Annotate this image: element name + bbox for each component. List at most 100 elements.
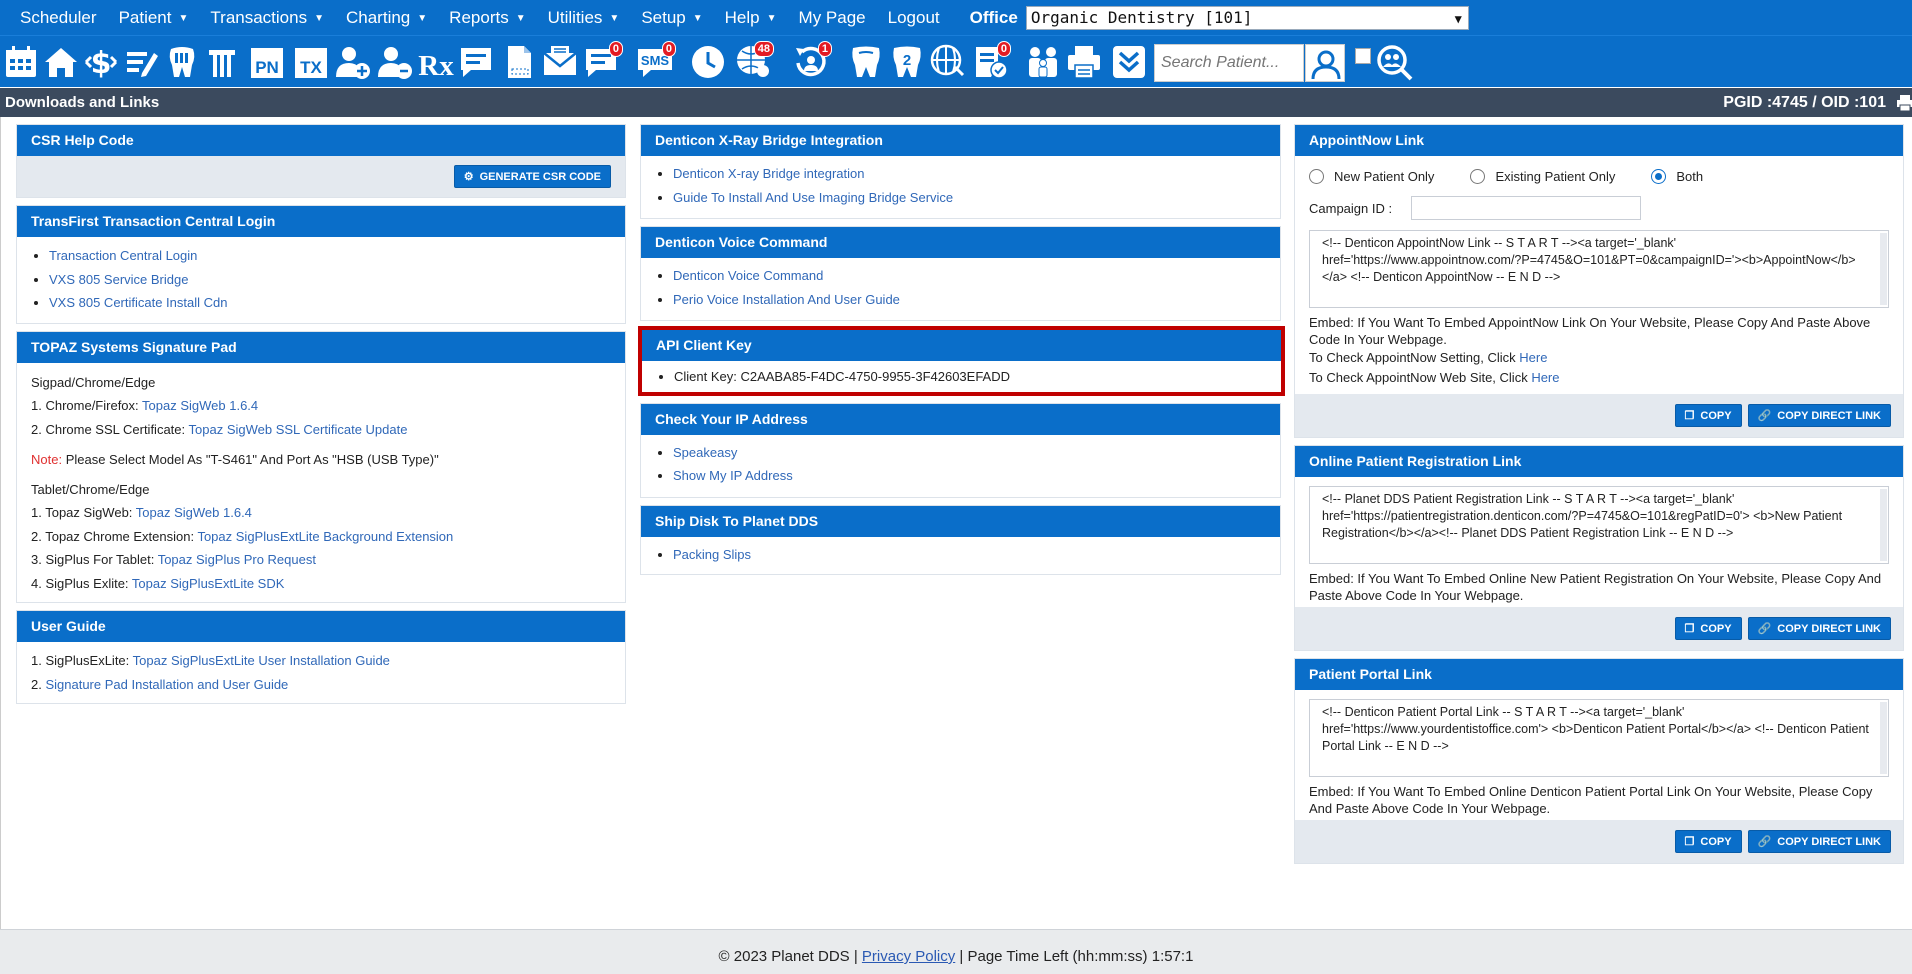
caret-down-icon: ▼: [609, 13, 620, 24]
appointnow-website-here-link[interactable]: Here: [1531, 370, 1559, 385]
sms-icon[interactable]: SMS 0: [636, 41, 676, 81]
printer-icon[interactable]: [1896, 93, 1912, 122]
tooth-2-icon[interactable]: 2: [888, 43, 926, 81]
chrome-extension-link[interactable]: Topaz SigPlusExtLite Background Extensio…: [197, 529, 453, 544]
link-icon: 🔗: [1757, 836, 1772, 848]
list-item: Guide To Install And Use Imaging Bridge …: [673, 186, 1266, 210]
mail-icon[interactable]: [541, 43, 579, 81]
tablet-line-3: 3. SigPlus For Tablet: Topaz SigPlus Pro…: [31, 552, 316, 567]
imaging-bridge-guide-link[interactable]: Guide To Install And Use Imaging Bridge …: [673, 190, 953, 205]
add-users-icon[interactable]: [376, 43, 414, 81]
chevron-down-icon: ▼: [1454, 11, 1462, 26]
speakeasy-link[interactable]: Speakeasy: [673, 445, 737, 460]
document-icon[interactable]: [500, 43, 538, 81]
family-icon[interactable]: [1024, 43, 1062, 81]
menu-reports[interactable]: Reports ▼: [438, 0, 536, 35]
sigplus-user-guide-link[interactable]: Topaz SigPlusExtLite User Installation G…: [133, 653, 390, 668]
menu-scheduler[interactable]: Scheduler: [9, 0, 108, 35]
show-ip-link[interactable]: Show My IP Address: [673, 468, 793, 483]
transfirst-panel: TransFirst Transaction Central Login Tra…: [16, 205, 626, 324]
dollar-icon[interactable]: $: [82, 43, 120, 81]
copy-icon: ❐: [1684, 410, 1695, 422]
copy-direct-link-button[interactable]: 🔗 COPY DIRECT LINK: [1747, 617, 1891, 640]
radio-both[interactable]: Both: [1651, 168, 1703, 184]
menu-setup[interactable]: Setup ▼: [630, 0, 713, 35]
tablet-line-1: 1. Topaz SigWeb: Topaz SigWeb 1.6.4: [31, 505, 252, 520]
sigplus-sdk-link[interactable]: Topaz SigPlusExtLite SDK: [132, 576, 284, 591]
csr-help-code-panel: CSR Help Code ⚙ GENERATE CSR CODE: [16, 124, 626, 198]
checklist-icon[interactable]: 0: [971, 41, 1011, 81]
topaz-ssl-certificate-link[interactable]: Topaz SigWeb SSL Certificate Update: [189, 422, 408, 437]
panel-title: Patient Portal Link: [1295, 659, 1903, 690]
scrollbar[interactable]: [1880, 489, 1887, 561]
vxs-805-certificate-link[interactable]: VXS 805 Certificate Install Cdn: [49, 295, 227, 310]
home-icon[interactable]: [42, 43, 80, 81]
copy-button[interactable]: ❐ COPY: [1674, 404, 1742, 427]
practice-office-ids: PGID :4745 / OID :101: [1723, 94, 1886, 111]
campaign-id-input[interactable]: [1411, 196, 1641, 220]
group-search-icon[interactable]: [1375, 43, 1415, 88]
pn-icon[interactable]: PN: [248, 43, 286, 81]
refresh-user-icon[interactable]: 1: [792, 41, 832, 81]
scrollbar[interactable]: [1880, 702, 1887, 774]
copy-direct-link-button[interactable]: 🔗 COPY DIRECT LINK: [1747, 830, 1891, 853]
message-icon[interactable]: 0: [583, 41, 623, 81]
add-user-icon[interactable]: [334, 43, 372, 81]
vxs-805-service-bridge-link[interactable]: VXS 805 Service Bridge: [49, 272, 188, 287]
clock-icon[interactable]: [689, 43, 727, 81]
notes-icon[interactable]: [457, 43, 495, 81]
topaz-sigweb-link[interactable]: Topaz SigWeb 1.6.4: [142, 398, 258, 413]
appointnow-code-textarea[interactable]: <!-- Denticon AppointNow Link -- S T A R…: [1309, 230, 1889, 308]
perio-voice-guide-link[interactable]: Perio Voice Installation And User Guide: [673, 292, 900, 307]
chevrons-down-icon[interactable]: [1110, 43, 1148, 81]
signature-pad-guide-link[interactable]: Signature Pad Installation and User Guid…: [45, 677, 288, 692]
tooth-outline-icon[interactable]: [847, 43, 885, 81]
menu-transactions[interactable]: Transactions ▼: [199, 0, 335, 35]
gear-icon: ⚙: [463, 171, 474, 183]
list-item: Speakeasy: [673, 441, 1266, 465]
tx-icon[interactable]: TX: [292, 43, 330, 81]
packing-slips-link[interactable]: Packing Slips: [673, 547, 751, 562]
sigplus-pro-request-link[interactable]: Topaz SigPlus Pro Request: [158, 552, 316, 567]
radio-new-patient-only[interactable]: New Patient Only: [1309, 168, 1434, 184]
menu-my-page[interactable]: My Page: [788, 0, 877, 35]
tablet-sigweb-link[interactable]: Topaz SigWeb 1.6.4: [136, 505, 252, 520]
portal-code-textarea[interactable]: <!-- Denticon Patient Portal Link -- S T…: [1309, 699, 1889, 777]
menu-patient[interactable]: Patient ▼: [108, 0, 200, 35]
transaction-central-login-link[interactable]: Transaction Central Login: [49, 248, 197, 263]
rx-icon[interactable]: Rx: [417, 43, 455, 81]
copyright-text: © 2023 Planet DDS |: [718, 948, 862, 965]
generate-csr-code-button[interactable]: ⚙ GENERATE CSR CODE: [453, 165, 611, 188]
search-patient-input[interactable]: [1154, 44, 1304, 82]
scrollbar[interactable]: [1880, 233, 1887, 305]
appointnow-setting-here-link[interactable]: Here: [1519, 350, 1547, 365]
globe-users-icon[interactable]: 48: [734, 41, 774, 81]
search-option-checkbox[interactable]: [1355, 48, 1371, 64]
link-icon: 🔗: [1757, 410, 1772, 422]
search-patient-button[interactable]: [1305, 44, 1345, 82]
radio-existing-patient-only[interactable]: Existing Patient Only: [1470, 168, 1615, 184]
edit-icon[interactable]: [122, 43, 160, 81]
voice-command-link[interactable]: Denticon Voice Command: [673, 268, 823, 283]
xray-bridge-link[interactable]: Denticon X-ray Bridge integration: [673, 166, 865, 181]
print-icon[interactable]: [1065, 43, 1103, 81]
copy-button[interactable]: ❐ COPY: [1674, 830, 1742, 853]
registration-code-textarea[interactable]: <!-- Planet DDS Patient Registration Lin…: [1309, 486, 1889, 564]
embed-instructions: Embed: If You Want To Embed AppointNow L…: [1309, 315, 1871, 347]
menu-help[interactable]: Help ▼: [714, 0, 788, 35]
appointnow-panel: AppointNow Link New Patient Only Existin…: [1294, 124, 1904, 438]
tooth-chart-icon[interactable]: [163, 43, 201, 81]
calendar-icon[interactable]: [2, 43, 40, 81]
web-icon[interactable]: [929, 43, 967, 81]
office-select[interactable]: Organic Dentistry [101] ▼: [1025, 5, 1469, 30]
copy-direct-link-button[interactable]: 🔗 COPY DIRECT LINK: [1747, 404, 1891, 427]
privacy-policy-link[interactable]: Privacy Policy: [862, 948, 955, 965]
copy-button[interactable]: ❐ COPY: [1674, 617, 1742, 640]
caret-down-icon: ▼: [417, 13, 428, 24]
tooth-icon[interactable]: [203, 43, 241, 81]
guide-line-2: 2. Signature Pad Installation and User G…: [31, 676, 289, 692]
page-time-left: | Page Time Left (hh:mm:ss) 1:57:1: [955, 948, 1194, 965]
menu-logout[interactable]: Logout: [877, 0, 951, 35]
menu-utilities[interactable]: Utilities ▼: [537, 0, 631, 35]
menu-charting[interactable]: Charting ▼: [335, 0, 438, 35]
